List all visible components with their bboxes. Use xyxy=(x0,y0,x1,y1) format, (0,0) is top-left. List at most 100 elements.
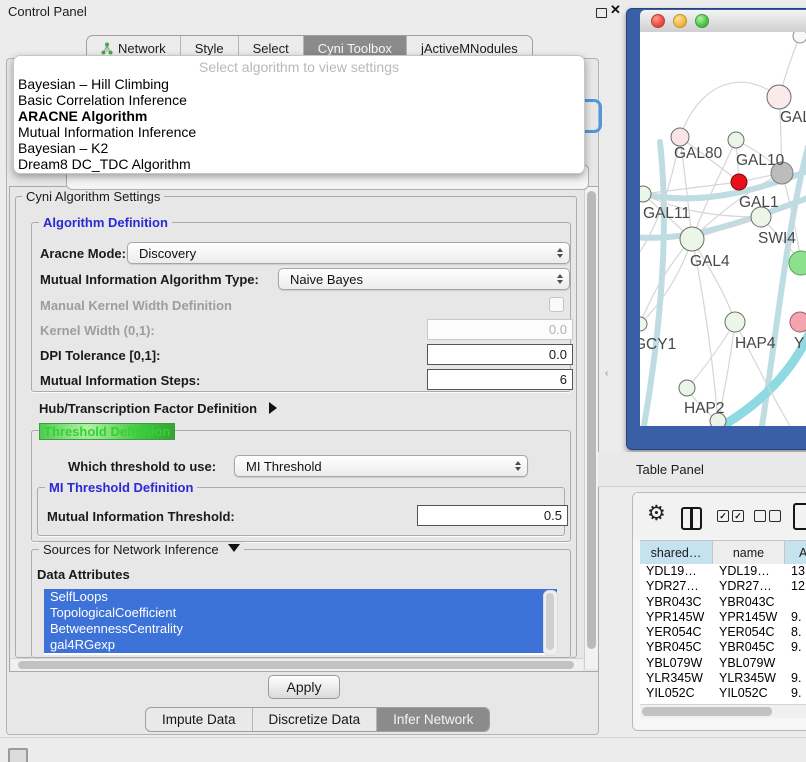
network-node-hap2[interactable] xyxy=(679,380,695,396)
node-label: HAP4 xyxy=(735,335,776,352)
bottom-divider xyxy=(0,737,806,738)
network-node-y[interactable] xyxy=(790,312,806,332)
close-icon[interactable]: ✕ xyxy=(610,2,621,18)
algorithm-option[interactable]: ARACNE Algorithm xyxy=(14,108,584,124)
algorithm-option[interactable]: Bayesian – Hill Climbing xyxy=(14,76,584,92)
columns-icon[interactable] xyxy=(681,507,702,530)
tab-infer-network[interactable]: Infer Network xyxy=(376,708,489,731)
close-traffic-icon[interactable] xyxy=(651,14,665,28)
table-cell: YBR045C xyxy=(713,640,785,655)
control-panel-title: Control Panel xyxy=(8,4,87,19)
network-node[interactable] xyxy=(793,32,806,43)
hub-section-label: Hub/Transcription Factor Definition xyxy=(39,401,257,416)
settings-horizontal-scrollbar-thumb[interactable] xyxy=(18,661,574,669)
mi-type-combo[interactable]: Naive Bayes xyxy=(278,268,570,290)
network-node-gal80[interactable] xyxy=(671,128,689,146)
mi-type-value: Naive Bayes xyxy=(290,272,363,287)
sources-toggle[interactable]: Sources for Network Inference xyxy=(39,542,244,557)
table-cell: 9. xyxy=(785,640,806,655)
algorithm-option[interactable]: Bayesian – K2 xyxy=(14,140,584,156)
column-header[interactable]: shared… xyxy=(640,541,713,564)
table-row[interactable]: YLR345WYLR345W9. xyxy=(640,671,806,686)
manual-kernel-label: Manual Kernel Width Definition xyxy=(40,298,232,313)
network-node-gal[interactable] xyxy=(767,85,791,109)
table-cell: 9. xyxy=(785,610,806,625)
table-cell: YER054C xyxy=(713,625,785,640)
attribute-item[interactable]: gal4RGexp xyxy=(44,637,557,653)
sources-title: Sources for Network Inference xyxy=(43,542,219,557)
algorithm-option[interactable]: Mutual Information Inference xyxy=(14,124,584,140)
table-cell xyxy=(785,656,806,671)
network-node[interactable] xyxy=(789,251,806,275)
network-canvas[interactable]: GALGAL80GAL10GAL1GAL11SWI4GAL4GCY1HAP4YH… xyxy=(640,32,806,426)
mi-threshold-label: Mutual Information Threshold: xyxy=(47,509,235,524)
collapse-arrow-icon xyxy=(269,402,277,414)
column-header[interactable]: name xyxy=(713,541,785,564)
splitter-handle[interactable]: ‹ xyxy=(605,368,608,379)
algorithm-option[interactable]: Dream8 DC_TDC Algorithm xyxy=(14,156,584,172)
table-cell: YBL079W xyxy=(640,656,713,671)
table-cell: 12 xyxy=(785,579,806,594)
network-window-titlebar[interactable] xyxy=(640,10,806,32)
table-cell: 8. xyxy=(785,625,806,640)
aracne-mode-value: Discovery xyxy=(139,246,196,261)
aracne-mode-combo[interactable]: Discovery xyxy=(127,242,570,264)
column-header[interactable]: A xyxy=(785,541,806,564)
hub-section-toggle[interactable]: Hub/Transcription Factor Definition xyxy=(39,401,277,416)
kernel-width-field[interactable]: 0.0 xyxy=(427,319,573,340)
minimize-traffic-icon[interactable] xyxy=(673,14,687,28)
select-all-checkbox-icon[interactable]: ✓ xyxy=(717,510,729,522)
table-cell: 9. xyxy=(785,671,806,686)
float-icon[interactable] xyxy=(596,8,607,18)
table-row[interactable]: YPR145WYPR145W9. xyxy=(640,610,806,625)
network-node-hap4[interactable] xyxy=(725,312,745,332)
table-cell: YDL19… xyxy=(640,564,713,579)
zoom-traffic-icon[interactable] xyxy=(695,14,709,28)
table-cell: YIL052C xyxy=(713,686,785,701)
table-cell: 9. xyxy=(785,686,806,701)
mi-steps-label: Mutual Information Steps: xyxy=(40,373,200,388)
table-panel-card: ⚙ ✓ ✓ shared…nameA YDL19…YDL19…13YDR27…Y… xyxy=(632,492,806,731)
cyni-bottom-tabbar: Impute DataDiscretize DataInfer Network xyxy=(145,707,490,732)
settings-vertical-scrollbar-thumb[interactable] xyxy=(587,191,596,649)
attributes-scrollbar-thumb[interactable] xyxy=(546,593,554,650)
attribute-item[interactable]: TopologicalCoefficient xyxy=(44,605,557,621)
dpi-tolerance-field[interactable]: 0.0 xyxy=(427,344,573,365)
apply-button[interactable]: Apply xyxy=(268,675,340,699)
table-row[interactable]: YBR045CYBR045C9. xyxy=(640,640,806,655)
stepper-arrows-icon xyxy=(557,274,563,284)
which-threshold-value: MI Threshold xyxy=(246,459,322,474)
mi-threshold-field[interactable]: 0.5 xyxy=(417,505,568,526)
table-row[interactable]: YDR27…YDR27…12 xyxy=(640,579,806,594)
mi-steps-field[interactable]: 6 xyxy=(427,369,573,390)
corner-widget-icon[interactable] xyxy=(8,748,28,762)
select-all-checkbox-icon[interactable]: ✓ xyxy=(732,510,744,522)
table-row[interactable]: YBR043CYBR043C xyxy=(640,595,806,610)
table-row[interactable]: YDL19…YDL19…13 xyxy=(640,564,806,579)
which-threshold-combo[interactable]: MI Threshold xyxy=(234,455,528,477)
table-horizontal-scrollbar-thumb[interactable] xyxy=(642,707,772,716)
threshold-title: Threshold Definition xyxy=(39,423,175,440)
dpi-tolerance-label: DPI Tolerance [0,1]: xyxy=(40,348,160,363)
deselect-all-checkbox-icon[interactable] xyxy=(754,510,766,522)
algorithm-dropdown-placeholder: Select algorithm to view settings xyxy=(14,56,584,76)
deselect-all-checkbox-icon[interactable] xyxy=(769,510,781,522)
tab-discretize-data[interactable]: Discretize Data xyxy=(252,708,377,731)
table-row[interactable]: YBL079WYBL079W xyxy=(640,656,806,671)
attribute-item[interactable]: BetweennessCentrality xyxy=(44,621,557,637)
network-node-gal10[interactable] xyxy=(728,132,744,148)
network-node-gal4[interactable] xyxy=(680,227,704,251)
tab-label: Cyni Toolbox xyxy=(318,41,392,56)
network-node-gal1[interactable] xyxy=(731,174,747,190)
table-row[interactable]: YIL052CYIL052C9. xyxy=(640,686,806,701)
network-node-gal11[interactable] xyxy=(640,186,651,202)
network-node-gcy1[interactable] xyxy=(640,317,647,331)
tab-impute-data[interactable]: Impute Data xyxy=(146,708,252,731)
algorithm-option[interactable]: Basic Correlation Inference xyxy=(14,92,584,108)
manual-kernel-checkbox[interactable] xyxy=(549,297,564,312)
table-row[interactable]: YER054CYER054C8. xyxy=(640,625,806,640)
table-mode-icon[interactable] xyxy=(793,503,806,530)
table-body: YDL19…YDL19…13YDR27…YDR27…12YBR043CYBR04… xyxy=(640,564,806,704)
gear-icon[interactable]: ⚙ xyxy=(647,503,666,525)
attribute-item[interactable]: SelfLoops xyxy=(44,589,557,605)
